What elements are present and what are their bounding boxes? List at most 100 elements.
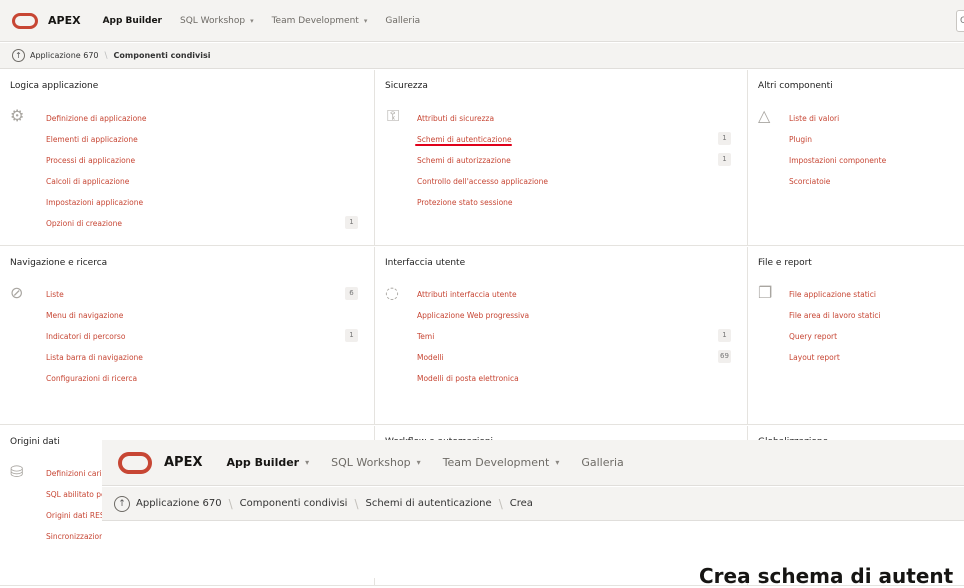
files-icon: ❐ xyxy=(758,283,773,302)
breadcrumb-separator: \ xyxy=(498,496,503,511)
nav-app-builder[interactable]: App Builder ▾ xyxy=(227,456,310,469)
panel-navigazione-ricerca: Navigazione e ricerca ⊘ Liste 6 Menu di n… xyxy=(0,247,375,425)
breadcrumb: ↑ Applicazione 670 \ Componenti condivis… xyxy=(102,487,964,521)
link-menu-navigazione[interactable]: Menu di navigazione xyxy=(46,311,123,320)
panel-title: Altri componenti xyxy=(758,81,833,91)
chevron-down-icon: ▾ xyxy=(250,16,254,25)
list-item: Indicatori di percorso 1 xyxy=(46,326,358,347)
link-liste[interactable]: Liste xyxy=(46,290,64,299)
list-item: Configurazioni di ricerca xyxy=(46,368,358,389)
list-item: Attributi di sicurezza xyxy=(417,108,731,129)
link-temi[interactable]: Temi xyxy=(417,332,434,341)
list-item: Modelli 69 xyxy=(417,347,731,368)
breadcrumb-componenti-condivisi[interactable]: Componenti condivisi xyxy=(240,498,348,509)
link-applicazione-web-progressiva[interactable]: Applicazione Web progressiva xyxy=(417,311,529,320)
link-indicatori-percorso[interactable]: Indicatori di percorso xyxy=(46,332,125,341)
panel-title: Navigazione e ricerca xyxy=(10,258,108,268)
chevron-down-icon: ▾ xyxy=(555,458,560,467)
link-attributi-sicurezza[interactable]: Attributi di sicurezza xyxy=(417,114,494,123)
count-badge: 6 xyxy=(345,287,358,300)
count-badge: 1 xyxy=(718,153,731,166)
link-attributi-interfaccia[interactable]: Attributi interfaccia utente xyxy=(417,290,517,299)
search-input[interactable]: Q xyxy=(956,10,964,32)
link-file-area-lavoro[interactable]: File area di lavoro statici xyxy=(789,311,881,320)
top-navigation-bar: APEX App Builder ▾ SQL Workshop ▾ Team Dev… xyxy=(102,440,964,486)
panel-title: File e report xyxy=(758,258,812,268)
nav-team-development[interactable]: Team Development ▾ xyxy=(443,456,560,469)
chevron-down-icon: ▾ xyxy=(305,458,310,467)
list-item: Layout report xyxy=(789,347,959,368)
list-item: Menu di navigazione xyxy=(46,305,358,326)
link-origini-dati-rest[interactable]: Origini dati REST xyxy=(46,511,109,520)
nav-app-builder[interactable]: App Builder xyxy=(103,16,162,26)
count-badge: 1 xyxy=(345,329,358,342)
list-item: File area di lavoro statici xyxy=(789,305,959,326)
link-impostazioni-componente[interactable]: Impostazioni componente xyxy=(789,156,886,165)
database-icon: ⛁ xyxy=(10,462,24,481)
shapes-icon: △ xyxy=(758,106,771,125)
nav-sql-workshop[interactable]: SQL Workshop ▾ xyxy=(331,456,421,469)
link-lista-barra-navigazione[interactable]: Lista barra di navigazione xyxy=(46,353,143,362)
link-impostazioni-applicazione[interactable]: Impostazioni applicazione xyxy=(46,198,143,207)
up-arrow-icon[interactable]: ↑ xyxy=(114,495,130,512)
count-badge: 1 xyxy=(718,329,731,342)
list-item: Schemi di autorizzazione 1 xyxy=(417,150,731,171)
link-liste-valori[interactable]: Liste di valori xyxy=(789,114,839,123)
link-controllo-accesso[interactable]: Controllo dell'accesso applicazione xyxy=(417,177,548,186)
link-opzioni-creazione[interactable]: Opzioni di creazione xyxy=(46,219,122,228)
link-plugin[interactable]: Plugin xyxy=(789,135,812,144)
chevron-down-icon: ▾ xyxy=(363,16,368,25)
up-arrow-icon[interactable]: ↑ xyxy=(12,49,25,62)
breadcrumb-applicazione[interactable]: Applicazione 670 xyxy=(30,51,99,60)
link-schemi-autenticazione[interactable]: Schemi di autenticazione xyxy=(417,135,512,144)
list-item: File applicazione statici xyxy=(789,284,959,305)
link-elementi-applicazione[interactable]: Elementi di applicazione xyxy=(46,135,138,144)
key-icon: ⚿ xyxy=(387,106,400,125)
list-item: Applicazione Web progressiva xyxy=(417,305,731,326)
breadcrumb-current: Componenti condivisi xyxy=(113,51,211,60)
breadcrumb-schemi-autenticazione[interactable]: Schemi di autenticazione xyxy=(366,498,492,509)
breadcrumb-applicazione[interactable]: Applicazione 670 xyxy=(136,498,222,509)
panel-title: Interfaccia utente xyxy=(385,258,466,268)
count-badge: 1 xyxy=(345,216,358,229)
link-definizione-applicazione[interactable]: Definizione di applicazione xyxy=(46,114,147,123)
list-item: Lista barra di navigazione xyxy=(46,347,358,368)
link-definizioni-caricamento[interactable]: Definizioni caric xyxy=(46,469,106,478)
breadcrumb-separator: \ xyxy=(354,496,359,511)
panel-title: Logica applicazione xyxy=(10,81,99,91)
link-scorciatoie[interactable]: Scorciatoie xyxy=(789,177,830,186)
gear-icon: ⚙ xyxy=(10,106,25,125)
link-layout-report[interactable]: Layout report xyxy=(789,353,840,362)
breadcrumb: ↑ Applicazione 670 \ Componenti condivis… xyxy=(0,43,964,69)
nav-galleria[interactable]: Galleria xyxy=(385,16,420,26)
nav-team-development[interactable]: Team Development ▾ xyxy=(272,16,368,26)
oracle-logo[interactable] xyxy=(118,451,152,474)
link-query-report[interactable]: Query report xyxy=(789,332,837,341)
link-calcoli-applicazione[interactable]: Calcoli di applicazione xyxy=(46,177,129,186)
apex-brand[interactable]: APEX xyxy=(48,14,81,27)
nav-sql-workshop[interactable]: SQL Workshop ▾ xyxy=(180,16,254,26)
list-item: Processi di applicazione xyxy=(46,150,358,171)
nav-galleria[interactable]: Galleria xyxy=(581,456,623,469)
panel-sicurezza: Sicurezza ⚿ Attributi di sicurezza Schem… xyxy=(375,70,748,246)
link-protezione-stato-sessione[interactable]: Protezione stato sessione xyxy=(417,198,513,207)
compass-icon: ⊘ xyxy=(10,283,24,302)
list-item: Definizione di applicazione xyxy=(46,108,358,129)
link-sql-abilitato[interactable]: SQL abilitato pe xyxy=(46,490,106,499)
link-processi-applicazione[interactable]: Processi di applicazione xyxy=(46,156,135,165)
link-configurazioni-ricerca[interactable]: Configurazioni di ricerca xyxy=(46,374,137,383)
panel-file-report: File e report ❐ File applicazione static… xyxy=(748,247,964,425)
breadcrumb-separator: \ xyxy=(104,50,108,61)
link-file-applicazione-statici[interactable]: File applicazione statici xyxy=(789,290,876,299)
list-item: Calcoli di applicazione xyxy=(46,171,358,192)
apex-brand[interactable]: APEX xyxy=(164,455,203,470)
palette-icon: ◌ xyxy=(385,283,399,302)
link-modelli[interactable]: Modelli xyxy=(417,353,444,362)
link-sincronizzazione[interactable]: Sincronizzazione xyxy=(46,532,109,541)
link-schemi-autorizzazione[interactable]: Schemi di autorizzazione xyxy=(417,156,511,165)
list-item: Controllo dell'accesso applicazione xyxy=(417,171,731,192)
list-item: Schemi di autenticazione 1 xyxy=(417,129,731,150)
list-item: Liste 6 xyxy=(46,284,358,305)
oracle-logo[interactable] xyxy=(12,12,38,29)
link-modelli-posta[interactable]: Modelli di posta elettronica xyxy=(417,374,519,383)
